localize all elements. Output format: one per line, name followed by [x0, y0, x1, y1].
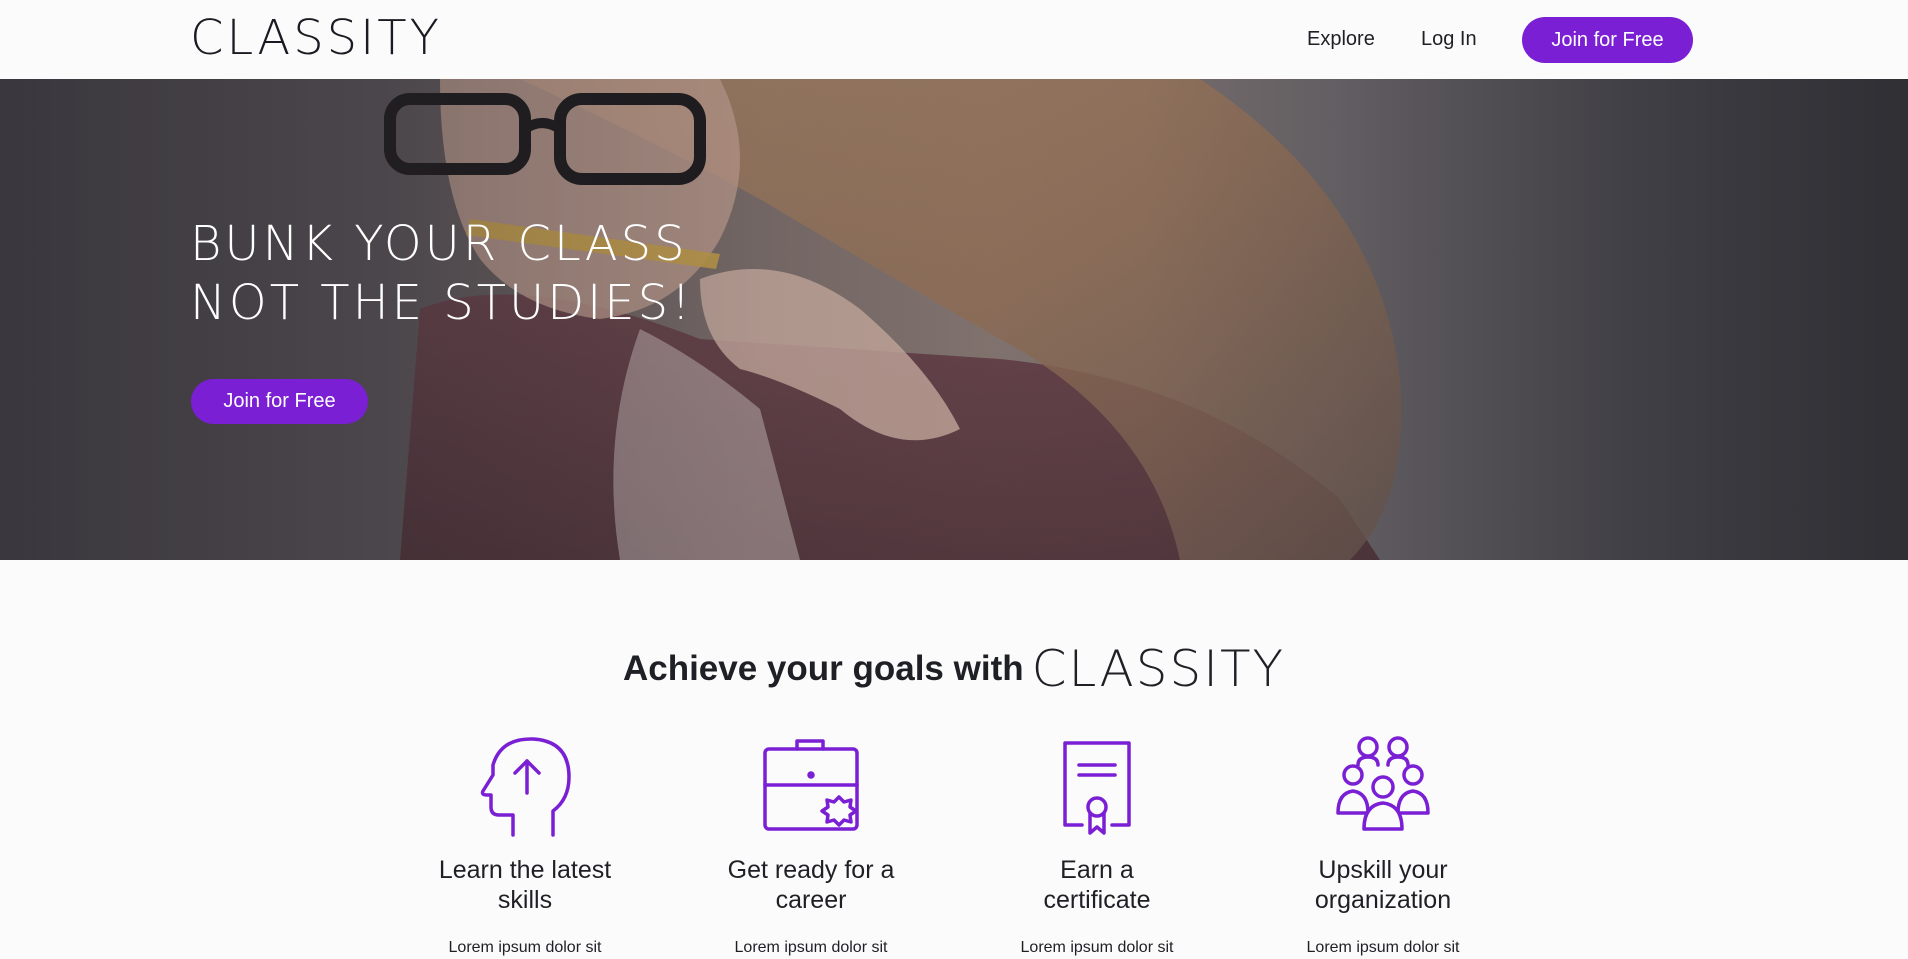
- feature-title-line1: Earn a: [1060, 856, 1134, 884]
- feature-title: Get ready for a career: [681, 855, 941, 915]
- goals-heading: Achieve your goals with CLASSITY: [0, 640, 1908, 698]
- hero-title-line1: BUNK YOUR CLASS: [190, 216, 688, 272]
- feature-description: Lorem ipsum dolor sit: [448, 939, 602, 956]
- feature-title-line2: skills: [497, 886, 553, 914]
- head-arrow-up-icon: [480, 737, 571, 837]
- nav-explore-link[interactable]: Explore: [1307, 25, 1375, 53]
- feature-title-line2: career: [775, 886, 847, 914]
- feature-title-line1: Upskill your: [1318, 856, 1448, 884]
- nav-login-link[interactable]: Log In: [1421, 25, 1477, 53]
- feature-title: Earn a certificate: [967, 855, 1227, 915]
- feature-description: Lorem ipsum dolor sit: [734, 939, 888, 956]
- feature-learn-skills: Learn the latest skills Lorem ipsum dolo…: [395, 735, 655, 957]
- briefcase-badge-icon: [763, 739, 859, 831]
- hero-title: BUNK YOUR CLASS NOT THE STUDIES!: [190, 215, 693, 333]
- feature-title: Learn the latest skills: [395, 855, 655, 915]
- hero-title-line2: NOT THE STUDIES!: [190, 275, 694, 331]
- feature-organization: Upskill your organization Lorem ipsum do…: [1253, 735, 1513, 957]
- feature-title-line1: Learn the latest: [438, 856, 612, 884]
- top-navbar: CLASSITY Explore Log In Join for Free: [0, 0, 1908, 79]
- feature-description: Lorem ipsum dolor sit: [1306, 939, 1460, 956]
- feature-description: Lorem ipsum dolor sit: [1020, 939, 1174, 956]
- logo[interactable]: CLASSITY: [190, 12, 442, 64]
- goals-heading-text: Achieve your goals with: [622, 649, 1024, 688]
- feature-career: Get ready for a career Lorem ipsum dolor…: [681, 735, 941, 957]
- goals-heading-brand: CLASSITY: [1031, 640, 1286, 698]
- feature-title-line2: certificate: [1043, 886, 1151, 914]
- feature-title-line2: organization: [1314, 886, 1452, 914]
- feature-title: Upskill your organization: [1253, 855, 1513, 915]
- hero-banner: BUNK YOUR CLASS NOT THE STUDIES! Join fo…: [0, 79, 1908, 560]
- nav-join-button[interactable]: Join for Free: [1522, 17, 1693, 63]
- group-people-icon: [1336, 736, 1430, 831]
- hero-join-button[interactable]: Join for Free: [191, 379, 368, 424]
- feature-title-line1: Get ready for a: [727, 856, 895, 884]
- certificate-icon: [1063, 741, 1131, 835]
- feature-certificate: Earn a certificate Lorem ipsum dolor sit: [967, 735, 1227, 957]
